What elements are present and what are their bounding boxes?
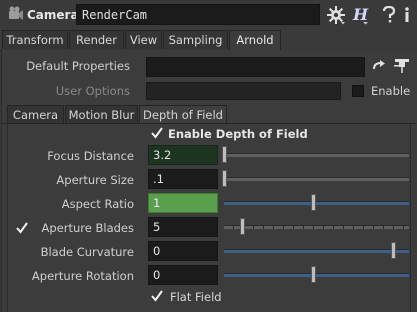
node-name-field[interactable]: RenderCam	[76, 4, 320, 25]
default-properties-field[interactable]	[146, 57, 365, 77]
aperture-size-label: Aperture Size	[56, 173, 134, 187]
node-name-text: RenderCam	[82, 8, 148, 22]
user-options-field[interactable]	[146, 82, 341, 100]
aspect-ratio-label: Aspect Ratio	[61, 197, 134, 211]
tab-view[interactable]: View	[125, 30, 162, 49]
tab-sampling[interactable]: Sampling	[163, 30, 228, 49]
flat-field-label: Flat Field	[170, 290, 222, 304]
jump-arrow-icon[interactable]	[372, 59, 386, 73]
focus-distance-slider-handle[interactable]	[222, 146, 227, 163]
aperture-blades-slider[interactable]	[224, 225, 409, 229]
subtab-motion-blur[interactable]: Motion Blur	[65, 105, 138, 123]
top-tab-bar: Transform Render View Sampling Arnold	[0, 30, 417, 51]
node-type-label: Camera	[27, 8, 79, 22]
focus-distance-slider[interactable]	[224, 153, 409, 157]
aperture-blades-label: Aperture Blades	[41, 221, 134, 235]
enable-dof-checkmark-icon[interactable]	[151, 127, 163, 139]
parameter-header: Camera RenderCam H	[0, 0, 417, 30]
focus-distance-field[interactable]: 3.2	[148, 145, 218, 165]
aspect-ratio-slider-handle[interactable]	[311, 194, 316, 211]
blade-curvature-slider-handle[interactable]	[391, 242, 397, 259]
more-info-icon[interactable]	[400, 6, 414, 24]
aspect-ratio-field[interactable]: 1	[148, 193, 218, 213]
aperture-size-slider-handle[interactable]	[222, 170, 227, 187]
camera-node-icon	[6, 5, 24, 23]
aspect-ratio-slider[interactable]	[224, 201, 409, 205]
gear-icon[interactable]	[326, 5, 346, 25]
tab-transform[interactable]: Transform	[2, 30, 68, 49]
aperture-blades-field[interactable]: 5	[148, 217, 218, 237]
subtab-camera[interactable]: Camera	[7, 105, 64, 123]
blade-curvature-field[interactable]: 0	[148, 241, 218, 261]
subtab-depth-of-field[interactable]: Depth of Field	[139, 105, 227, 124]
user-options-label: User Options	[55, 84, 130, 98]
tab-render[interactable]: Render	[69, 30, 124, 49]
aperture-blades-slider-handle[interactable]	[239, 218, 245, 235]
enable-dof-label: Enable Depth of Field	[168, 127, 308, 141]
subtab-divider	[1, 123, 416, 124]
info-icon[interactable]	[381, 5, 397, 24]
aperture-rotation-field[interactable]: 0	[148, 265, 218, 285]
flat-field-checkmark-icon[interactable]	[151, 290, 163, 302]
enable-label: Enable	[371, 84, 411, 98]
tab-arnold[interactable]: Arnold	[229, 30, 281, 50]
help-icon[interactable]: H	[352, 5, 370, 25]
subpanel-border-right	[410, 123, 411, 312]
aperture-rotation-slider[interactable]	[224, 273, 409, 277]
aperture-size-slider[interactable]	[224, 177, 409, 181]
pin-icon[interactable]	[393, 56, 411, 74]
blade-curvature-slider[interactable]	[224, 249, 409, 253]
aperture-rotation-label: Aperture Rotation	[31, 269, 134, 283]
focus-distance-label: Focus Distance	[47, 149, 134, 163]
default-properties-label: Default Properties	[26, 59, 130, 73]
user-options-enable-checkbox[interactable]	[352, 85, 364, 97]
aperture-size-field[interactable]: .1	[148, 169, 218, 189]
aperture-rotation-slider-handle[interactable]	[311, 266, 316, 283]
blade-curvature-label: Blade Curvature	[40, 245, 134, 259]
svg-text:H: H	[352, 5, 369, 24]
